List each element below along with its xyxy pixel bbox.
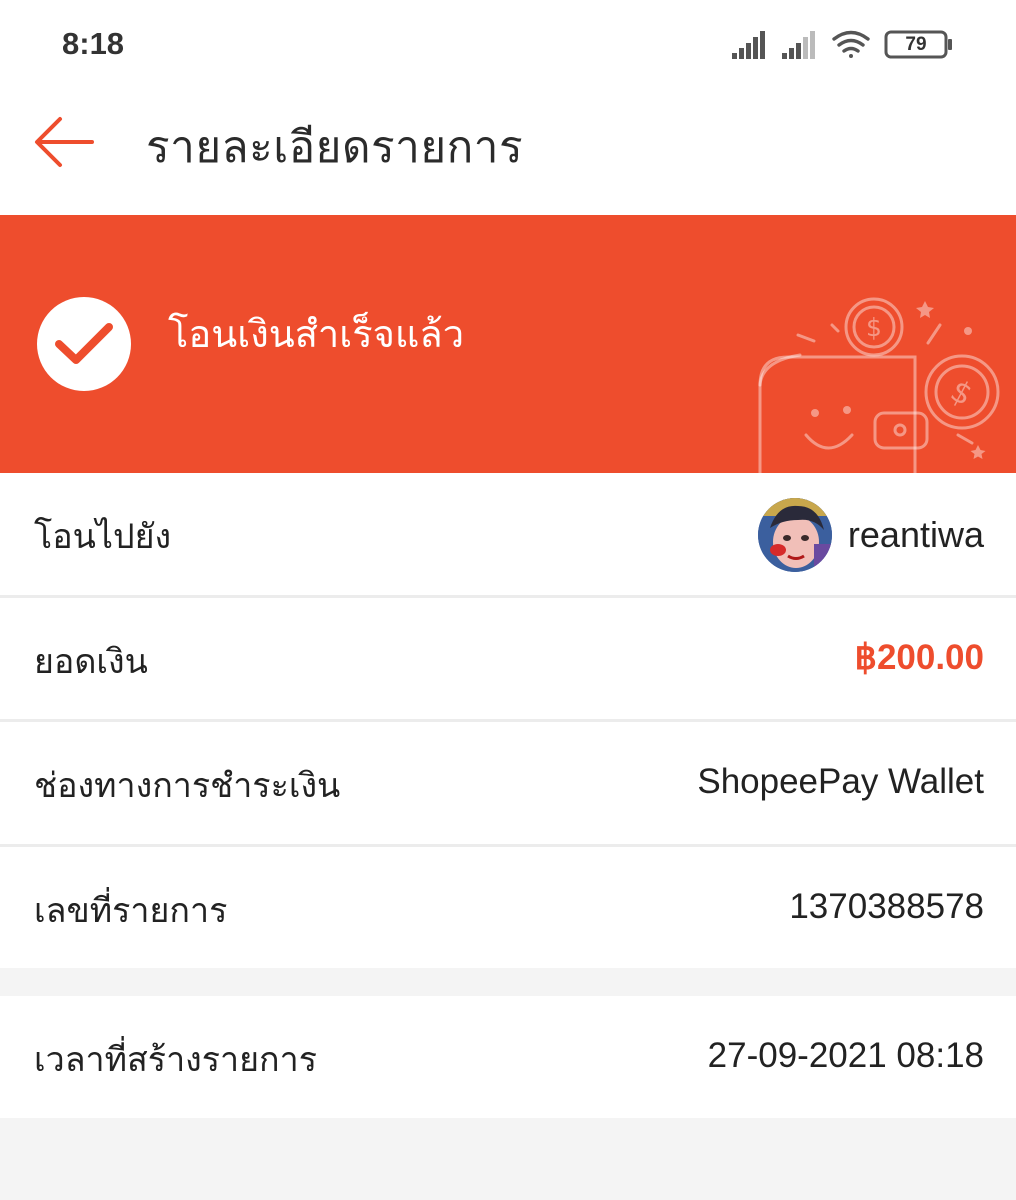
check-circle-icon xyxy=(37,297,131,391)
payment-method-label: ช่องทางการชำระเงิน xyxy=(34,766,341,806)
wifi-icon xyxy=(832,30,870,58)
svg-text:$: $ xyxy=(866,313,882,342)
payment-method-value: ShopeePay Wallet xyxy=(697,762,984,801)
payment-method-row: ช่องทางการชำระเงิน ShopeePay Wallet xyxy=(0,722,1016,844)
status-text: โอนเงินสำเร็จแล้ว xyxy=(168,312,465,356)
status-time: 8:18 xyxy=(62,26,125,61)
page-background xyxy=(0,1118,1016,1200)
signal-icon-2 xyxy=(782,31,815,59)
amount-value: ฿200.00 xyxy=(854,638,984,677)
wallet-coins-icon: $ $ xyxy=(740,285,1016,473)
back-button[interactable] xyxy=(30,112,96,172)
transaction-id-row: เลขที่รายการ 1370388578 xyxy=(0,847,1016,969)
recipient-name: reantiwa xyxy=(847,514,984,555)
status-icons: 79 xyxy=(730,27,960,61)
created-time-label: เวลาที่สร้างรายการ xyxy=(34,1040,317,1080)
arrow-left-icon xyxy=(35,117,94,167)
avatar xyxy=(757,498,832,572)
app-header: รายละเอียดรายการ xyxy=(0,90,1016,215)
created-time-value: 27-09-2021 08:18 xyxy=(707,1036,984,1075)
amount-label: ยอดเงิน xyxy=(34,642,148,682)
status-banner: โอนเงินสำเร็จแล้ว $ $ xyxy=(0,215,1016,473)
created-time-row: เวลาที่สร้างรายการ 27-09-2021 08:18 xyxy=(0,996,1016,1118)
status-bar: 8:18 79 xyxy=(0,0,1016,90)
section-gap xyxy=(0,968,1016,996)
recipient-info[interactable]: reantiwa xyxy=(757,497,984,573)
amount-row: ยอดเงิน ฿200.00 xyxy=(0,598,1016,720)
transaction-id-value[interactable]: 1370388578 xyxy=(789,887,984,927)
recipient-label: โอนไปยัง xyxy=(34,517,172,557)
battery-level: 79 xyxy=(905,34,927,55)
recipient-row: โอนไปยัง reantiwa xyxy=(0,473,1016,595)
svg-text:$: $ xyxy=(945,373,978,413)
signal-icon xyxy=(732,31,765,59)
transaction-id-label: เลขที่รายการ xyxy=(34,891,228,931)
page-title: รายละเอียดรายการ xyxy=(146,122,524,173)
